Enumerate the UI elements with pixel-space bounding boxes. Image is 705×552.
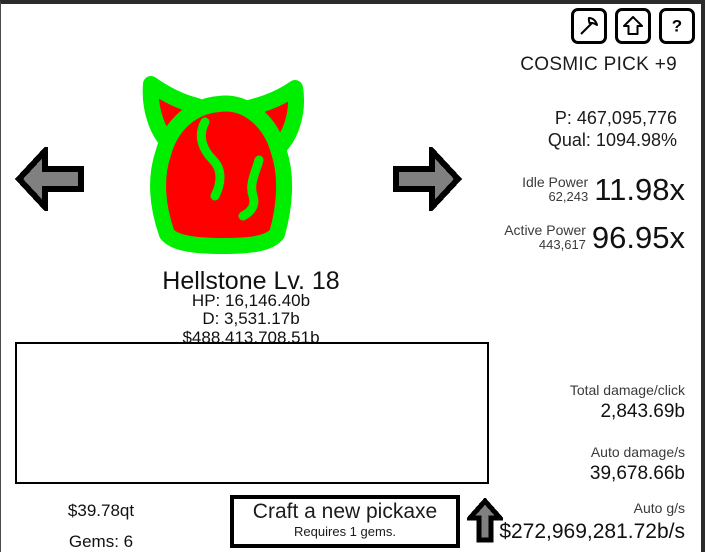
craft-pickaxe-requirement: Requires 1 gems. (294, 524, 396, 540)
pickaxe-quality-line: Qual: 1094.98% (547, 129, 677, 150)
previous-monster-button[interactable] (14, 143, 87, 216)
next-monster-button[interactable] (390, 143, 463, 216)
log-panel[interactable] (15, 342, 489, 484)
total-damage-per-click-value: 2,843.69b (600, 400, 685, 422)
craft-pickaxe-label: Craft a new pickaxe (252, 500, 438, 524)
help-question-icon: ? (666, 15, 688, 37)
gems-amount: Gems: 6 (68, 532, 134, 552)
svg-text:?: ? (672, 17, 682, 36)
upgrade-button[interactable] (615, 8, 651, 44)
craft-upgrade-button[interactable] (467, 498, 503, 544)
craft-pickaxe-button[interactable]: Craft a new pickaxe Requires 1 gems. (230, 495, 460, 548)
auto-gold-per-second-stat: Auto g/s $272,969,281.72b/s (499, 500, 685, 545)
idle-power-block: Idle Power 62,243 11.98x (522, 174, 685, 205)
pickaxe-button[interactable] (571, 8, 607, 44)
active-power-labels: Active Power 443,617 (504, 222, 586, 253)
help-button[interactable]: ? (659, 8, 695, 44)
upgrade-arrow-icon (622, 15, 644, 37)
craft-upgrade-arrow-icon (467, 498, 503, 544)
pickaxe-icon (578, 15, 600, 37)
game-window: ? COSMIC PICK +9 P: 467,095,776 Qual: 10… (0, 0, 705, 552)
auto-damage-per-second-value: 39,678.66b (589, 462, 685, 484)
pickaxe-stats: P: 467,095,776 Qual: 1094.98% (548, 108, 677, 151)
total-damage-per-click-stat: Total damage/click 2,843.69b (570, 382, 685, 424)
idle-power-multiplier: 11.98x (594, 172, 685, 208)
idle-power-label: Idle Power (522, 174, 589, 190)
arrow-left-icon (14, 143, 87, 215)
monster-stats: HP: 16,146.40b D: 3,531.17b $488,413,708… (1, 291, 501, 347)
idle-power-value: 62,243 (548, 189, 589, 205)
idle-power-labels: Idle Power 62,243 (522, 174, 588, 205)
active-power-value: 443,617 (538, 237, 586, 253)
active-power-label: Active Power (504, 222, 586, 238)
auto-damage-per-second-stat: Auto damage/s 39,678.66b (590, 444, 685, 486)
auto-gold-per-second-value: $272,969,281.72b/s (499, 519, 685, 543)
money-amount: $39.78qt (67, 501, 135, 520)
currency-display: $39.78qt Gems: 6 (1, 495, 201, 552)
pickaxe-power-line: P: 467,095,776 (554, 108, 677, 128)
monster-damage: D: 3,531.17b (202, 309, 300, 329)
total-damage-per-click-label: Total damage/click (569, 382, 685, 398)
monster-hp: HP: 16,146.40b (191, 291, 311, 310)
auto-damage-per-second-label: Auto damage/s (590, 444, 685, 460)
auto-gold-per-second-label: Auto g/s (633, 500, 685, 516)
active-power-block: Active Power 443,617 96.95x (504, 222, 685, 253)
active-power-multiplier: 96.95x (591, 220, 685, 256)
arrow-right-icon (390, 143, 463, 215)
monster-sprite[interactable] (119, 74, 323, 269)
demon-head-sprite (119, 74, 323, 269)
toolbar: ? (571, 8, 695, 44)
pickaxe-title: COSMIC PICK +9 (520, 54, 677, 75)
